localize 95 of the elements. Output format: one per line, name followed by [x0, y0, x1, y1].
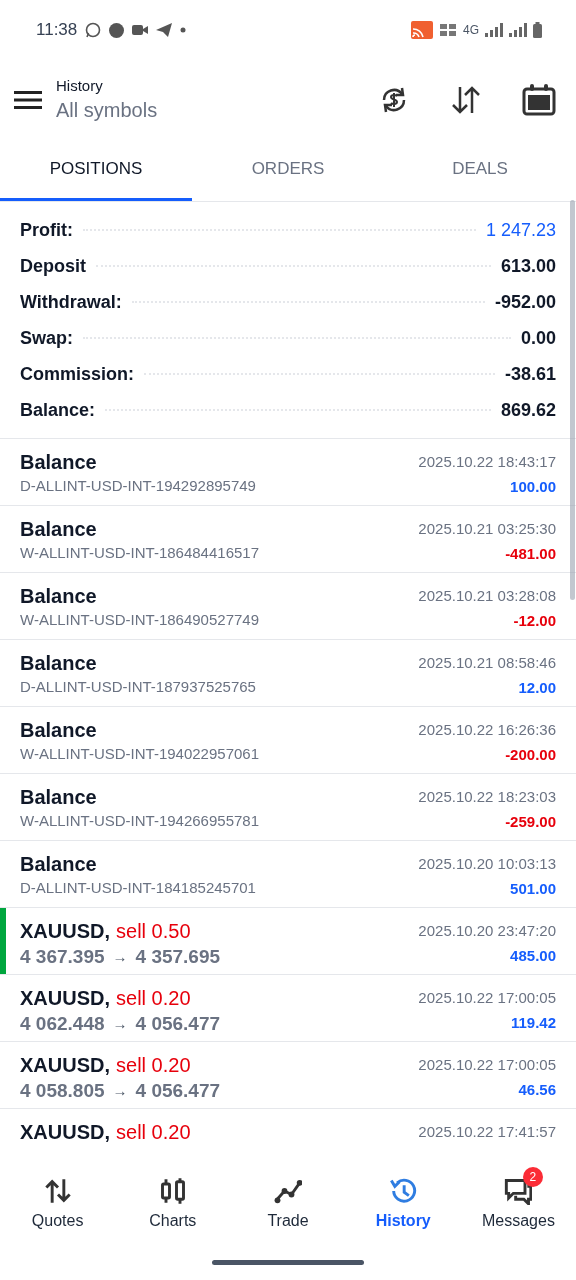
row-time: 2025.10.20 23:47:20 [418, 921, 556, 941]
transaction-id: D-ALLINT-USD-INT-184185245701 [20, 878, 256, 898]
transaction-id: W-ALLINT-USD-INT-186490527749 [20, 610, 259, 630]
symbol-name: XAUUSD, [20, 986, 110, 1011]
transaction-id: D-ALLINT-USD-INT-194292895749 [20, 476, 256, 496]
candlestick-icon [158, 1177, 187, 1205]
open-price: 4 058.805 [20, 1079, 105, 1103]
row-time: 2025.10.20 10:03:13 [418, 854, 556, 874]
row-amount: 119.42 [510, 1013, 556, 1033]
close-price: 4 357.695 [135, 945, 221, 969]
row-amount: 501.00 [510, 879, 556, 899]
trade-side: sell 0.50 [116, 919, 191, 944]
menu-button[interactable] [14, 88, 42, 112]
transaction-id: W-ALLINT-USD-INT-194266955781 [20, 811, 259, 831]
row-amount: -12.00 [513, 611, 556, 631]
transaction-id: D-ALLINT-USD-INT-187937525765 [20, 677, 256, 697]
summary-label: Deposit [20, 254, 86, 278]
row-time: 2025.10.21 03:28:08 [418, 586, 556, 606]
row-title: Balance [20, 651, 98, 676]
summary-label: Withdrawal: [20, 290, 122, 314]
row-amount: -200.00 [505, 745, 556, 765]
send-icon [156, 23, 173, 37]
network-type: 4G [463, 22, 479, 39]
transaction-id: W-ALLINT-USD-INT-194022957061 [20, 744, 259, 764]
transaction-id: W-ALLINT-USD-INT-186484416517 [20, 543, 259, 563]
tab[interactable]: POSITIONS [0, 140, 192, 201]
row-title: Balance [20, 718, 98, 743]
row-title: Balance [20, 785, 98, 810]
history-icon [389, 1177, 418, 1205]
tab[interactable]: ORDERS [192, 140, 384, 201]
row-time: 2025.10.22 18:43:17 [418, 452, 556, 472]
arrow-text: → [112, 947, 128, 967]
row-amount: -259.00 [505, 812, 556, 832]
close-price: 4 056.477 [135, 1079, 221, 1103]
arrows-icon [43, 1177, 72, 1205]
symbol-name: XAUUSD, [20, 919, 110, 944]
sort-icon [450, 85, 482, 115]
header-title: History [56, 76, 104, 96]
nav-tab[interactable]: Trade [230, 1165, 346, 1245]
summary-value: 869.62 [500, 398, 556, 422]
symbol-name: XAUUSD, [20, 1120, 110, 1145]
summary-value: -38.61 [504, 362, 556, 386]
dot-icon [180, 27, 187, 33]
chat-icon [85, 22, 102, 38]
row-time: 2025.10.22 16:26:36 [418, 720, 556, 740]
summary-label: Profit: [20, 218, 73, 242]
video-icon [132, 24, 149, 36]
cast-icon [411, 21, 433, 39]
sort-button[interactable] [450, 85, 482, 115]
row-time: 2025.10.22 17:00:05 [418, 1055, 556, 1075]
summary-value: 0.00 [520, 326, 556, 350]
row-time: 2025.10.21 03:25:30 [418, 519, 556, 539]
row-amount: 100.00 [510, 477, 556, 497]
trade-side: sell 0.20 [116, 1120, 191, 1145]
nav-tab[interactable]: Messages 2 [460, 1165, 576, 1245]
summary-value: -952.00 [494, 290, 556, 314]
row-title: Balance [20, 450, 98, 475]
row-title: Balance [20, 517, 98, 542]
summary-label: Commission: [20, 362, 134, 386]
row-title: Balance [20, 852, 98, 877]
nav-tab[interactable]: Charts [115, 1165, 231, 1245]
open-price: 4 367.395 [20, 945, 105, 969]
line-chart-icon [274, 1177, 302, 1205]
calendar-button[interactable] [522, 84, 556, 116]
clock-time: 11:38 [36, 19, 78, 42]
row-amount: -481.00 [505, 544, 556, 564]
row-amount: 46.56 [518, 1080, 556, 1100]
row-amount: 485.00 [510, 946, 556, 966]
menu-icon [14, 90, 42, 110]
calendar-icon [522, 84, 556, 116]
symbol-name: XAUUSD, [20, 1053, 110, 1078]
row-title: Balance [20, 584, 98, 609]
row-time: 2025.10.22 18:23:03 [418, 787, 556, 807]
close-price: 4 056.477 [135, 1012, 221, 1036]
trade-side: sell 0.20 [116, 1053, 191, 1078]
summary-label: Balance: [20, 398, 96, 422]
summary-label: Swap: [20, 326, 73, 350]
summary-value: 1 247.23 [485, 218, 556, 242]
battery-icon [533, 22, 542, 38]
summary-value: 613.00 [500, 254, 556, 278]
open-price: 4 062.448 [20, 1012, 105, 1036]
header-subtitle: All symbols [56, 98, 159, 123]
signal-icon [509, 23, 527, 37]
trade-side: sell 0.20 [116, 986, 191, 1011]
signal-icon [485, 23, 503, 37]
notification-badge: 2 [522, 1167, 543, 1187]
row-time: 2025.10.22 17:00:05 [418, 988, 556, 1008]
row-amount: 12.00 [518, 678, 556, 698]
row-time: 2025.10.21 08:58:46 [418, 653, 556, 673]
row-time: 2025.10.22 17:41:57 [418, 1122, 556, 1142]
nav-tab[interactable]: History [345, 1165, 461, 1245]
nav-tab[interactable]: Quotes [0, 1165, 116, 1245]
arrow-text: → [112, 1014, 128, 1034]
arrow-text: → [112, 1081, 128, 1101]
tab[interactable]: DEALS [384, 140, 576, 201]
